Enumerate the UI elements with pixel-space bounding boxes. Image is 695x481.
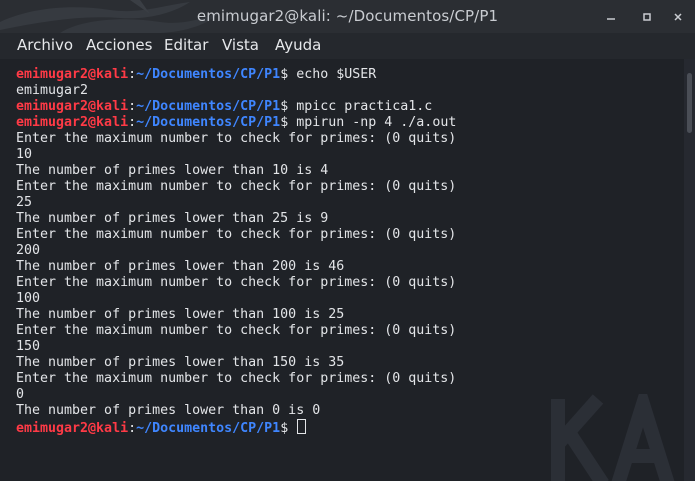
command-text: mpirun -np 4 ./a.out xyxy=(288,115,457,130)
maximize-icon xyxy=(643,12,651,21)
prompt-colon: : xyxy=(128,115,137,130)
prompt-user: emimugar2@kali xyxy=(16,67,129,82)
menu-ayuda[interactable]: Ayuda xyxy=(275,33,321,59)
prompt-colon: : xyxy=(128,67,137,82)
output-line: 200 xyxy=(16,243,41,258)
terminal-output: emimugar2@kali:~/Documentos/CP/P1$ echo … xyxy=(16,67,457,436)
output-line: The number of primes lower than 25 is 9 xyxy=(16,211,329,226)
close-icon xyxy=(674,12,682,21)
minimize-button[interactable] xyxy=(596,0,626,33)
prompt-colon: : xyxy=(128,99,137,114)
prompt-line: emimugar2@kali:~/Documentos/CP/P1$ echo … xyxy=(16,67,456,83)
window-title: emimugar2@kali: ~/Documentos/CP/P1 xyxy=(196,7,499,25)
output-line: 100 xyxy=(16,291,41,306)
maximize-button[interactable] xyxy=(632,0,662,33)
output-line: The number of primes lower than 0 is 0 xyxy=(16,403,321,418)
prompt-path: ~/Documentos/CP/P1 xyxy=(136,99,281,114)
menu-acciones[interactable]: Acciones xyxy=(86,33,152,59)
output-line: 0 xyxy=(16,387,25,402)
command-text: mpicc practica1.c xyxy=(288,99,433,114)
output-line: 25 xyxy=(16,195,33,210)
output-line: Enter the maximum number to check for pr… xyxy=(16,275,457,290)
prompt-path: ~/Documentos/CP/P1 xyxy=(136,67,281,82)
output-line: Enter the maximum number to check for pr… xyxy=(16,323,457,338)
minimize-icon xyxy=(607,17,615,20)
prompt-line: emimugar2@kali:~/Documentos/CP/P1$ xyxy=(16,419,456,436)
prompt-user: emimugar2@kali xyxy=(16,421,129,436)
output-line: The number of primes lower than 150 is 3… xyxy=(16,355,345,370)
menu-archivo[interactable]: Archivo xyxy=(17,33,73,59)
menu-bar: Archivo Acciones Editar Vista Ayuda xyxy=(0,33,695,59)
prompt-line: emimugar2@kali:~/Documentos/CP/P1$ mpiru… xyxy=(16,115,456,131)
output-line: The number of primes lower than 100 is 2… xyxy=(16,307,345,322)
prompt-colon: : xyxy=(128,421,137,436)
scrollbar[interactable] xyxy=(684,59,695,481)
output-line: The number of primes lower than 10 is 4 xyxy=(16,163,329,178)
output-line: emimugar2 xyxy=(16,83,89,98)
menu-editar[interactable]: Editar xyxy=(164,33,208,59)
output-line: The number of primes lower than 200 is 4… xyxy=(16,259,345,274)
output-line: Enter the maximum number to check for pr… xyxy=(16,179,457,194)
terminal-window: emimugar2@kali: ~/Documentos/CP/P1 Archi… xyxy=(0,0,695,481)
terminal-area[interactable]: emimugar2@kali:~/Documentos/CP/P1$ echo … xyxy=(0,59,684,481)
prompt-line: emimugar2@kali:~/Documentos/CP/P1$ mpicc… xyxy=(16,99,456,115)
scrollbar-thumb[interactable] xyxy=(687,73,692,133)
prompt-path: ~/Documentos/CP/P1 xyxy=(136,421,281,436)
output-line: Enter the maximum number to check for pr… xyxy=(16,131,457,146)
output-line: 150 xyxy=(16,339,41,354)
kali-watermark xyxy=(551,394,675,481)
prompt-path: ~/Documentos/CP/P1 xyxy=(136,115,281,130)
output-line: 10 xyxy=(16,147,33,162)
title-bar[interactable]: emimugar2@kali: ~/Documentos/CP/P1 xyxy=(0,0,695,33)
prompt-user: emimugar2@kali xyxy=(16,99,129,114)
output-line: Enter the maximum number to check for pr… xyxy=(16,371,457,386)
output-line: Enter the maximum number to check for pr… xyxy=(16,227,457,242)
command-text xyxy=(288,421,296,436)
command-text: echo $USER xyxy=(288,67,377,82)
menu-vista[interactable]: Vista xyxy=(222,33,259,59)
prompt-user: emimugar2@kali xyxy=(16,115,129,130)
terminal-cursor[interactable] xyxy=(297,419,307,434)
close-button[interactable] xyxy=(663,0,693,33)
